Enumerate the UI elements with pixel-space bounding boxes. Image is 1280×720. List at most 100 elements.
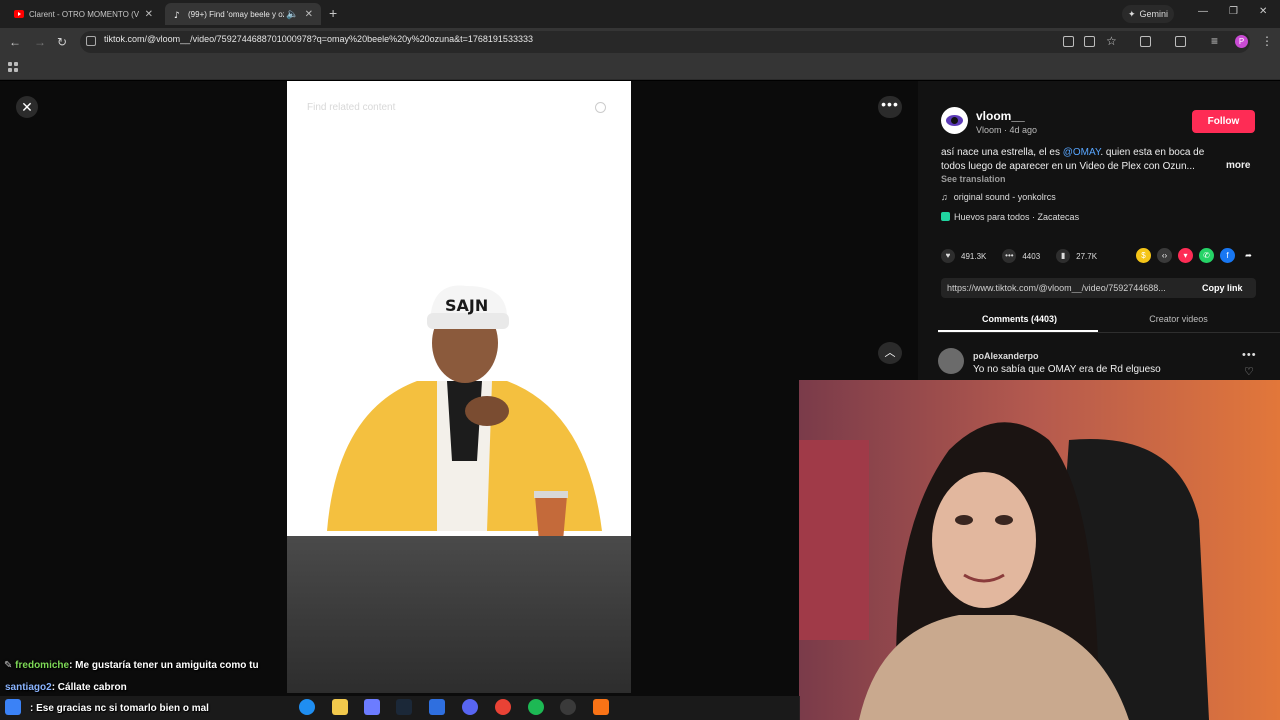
tab-creator-videos[interactable]: Creator videos	[1100, 314, 1257, 324]
tab-title: Clarent - OTRO MOMENTO (Vi	[29, 9, 139, 19]
webcam-frame	[799, 380, 1280, 720]
close-tab-icon[interactable]: ✕	[305, 9, 313, 20]
tab-divider	[938, 332, 1280, 333]
minimize-icon[interactable]: —	[1198, 6, 1208, 17]
mention-link[interactable]: @OMAY	[1063, 147, 1101, 158]
whatsapp-icon[interactable]: ✆	[1199, 248, 1214, 263]
engagement-row: ♥ 491.3K ••• 4403 ▮ 27.7K	[941, 247, 1097, 265]
audio-icon[interactable]: 🔈	[286, 9, 298, 20]
description-prefix: así nace una estrella, el es	[941, 147, 1063, 158]
comment-like-icon[interactable]: ♡	[1244, 365, 1254, 378]
chat-message: ✎ fredomiche: Me gustaría tener un amigu…	[4, 660, 259, 671]
store-icon[interactable]	[364, 699, 380, 715]
comment-icon[interactable]: •••	[1002, 249, 1017, 263]
sound-link[interactable]: ♫ original sound - yonkolrcs	[941, 192, 1056, 202]
sparkle-icon: ✦	[1128, 8, 1136, 19]
playlist-link[interactable]: Huevos para todos · Zacatecas	[941, 212, 1079, 222]
youtube-icon	[14, 9, 24, 19]
eye-pupil	[951, 117, 958, 124]
facebook-icon[interactable]: f	[1220, 248, 1235, 263]
playlist-name: Huevos para todos · Zacatecas	[954, 212, 1080, 222]
chat-username: santiago2	[5, 682, 52, 693]
chat-message: santiago2: Cállate cabron	[5, 682, 127, 693]
chat-message: : Ese gracias nc si tomarlo bien o mal	[30, 703, 209, 714]
discord-icon[interactable]	[462, 699, 478, 715]
send-icon[interactable]: ▾	[1178, 248, 1193, 263]
media-icon[interactable]: ≡	[1211, 34, 1218, 48]
share-arrow-icon[interactable]: ➦	[1241, 248, 1256, 263]
browser-tab-youtube[interactable]: Clarent - OTRO MOMENTO (Vi ✕	[6, 3, 161, 25]
see-translation-link[interactable]: See translation	[941, 174, 1006, 184]
menu-kebab-icon[interactable]: ⋮	[1261, 34, 1273, 48]
chrome-icon[interactable]	[495, 699, 511, 715]
gemini-label: Gemini	[1139, 9, 1169, 19]
close-tab-icon[interactable]: ✕	[145, 9, 153, 20]
comment-username[interactable]: poAlexanderpo	[973, 351, 1039, 361]
sound-name: original sound - yonkolrcs	[953, 192, 1056, 202]
like-count: 491.3K	[961, 251, 987, 261]
screen: Clarent - OTRO MOMENTO (Vi ✕ ♪ (99+) Fin…	[0, 0, 1280, 720]
site-info-icon[interactable]	[86, 36, 96, 46]
translate-icon[interactable]	[1084, 36, 1095, 47]
more-options-button[interactable]: •••	[878, 96, 902, 118]
post-description: así nace una estrella, el es @OMAY. quie…	[941, 146, 1221, 174]
commenter-avatar[interactable]	[938, 348, 964, 374]
gemini-button[interactable]: ✦ Gemini	[1122, 5, 1175, 23]
tab-comments[interactable]: Comments (4403)	[941, 314, 1098, 324]
forward-icon[interactable]: →	[34, 35, 46, 49]
comment-count: 4403	[1022, 251, 1041, 261]
tab-title: (99+) Find 'omay beele y oz	[188, 9, 285, 19]
apps-grid-icon[interactable]	[8, 62, 18, 72]
music-note-icon: ♫	[941, 192, 948, 202]
browser-tab-tiktok[interactable]: ♪ (99+) Find 'omay beele y oz 🔈 ✕	[165, 3, 321, 25]
folder-icon[interactable]	[332, 699, 348, 715]
profile-avatar[interactable]: P	[1235, 35, 1248, 48]
start-icon[interactable]	[5, 699, 21, 715]
post-link[interactable]: https://www.tiktok.com/@vloom__/video/75…	[947, 283, 1187, 293]
share-row: $ ‹› ▾ ✆ f ➦	[1136, 248, 1256, 263]
bookmark-icon[interactable]: ▮	[1056, 249, 1071, 263]
streamer-webcam	[799, 380, 1280, 720]
app-icon[interactable]	[429, 699, 445, 715]
restore-icon[interactable]: ❐	[1229, 6, 1238, 17]
edge-icon[interactable]	[299, 699, 315, 715]
tiktok-icon: ♪	[173, 9, 183, 21]
video-desk	[287, 536, 631, 693]
playlist-icon	[941, 212, 950, 221]
bookmarks-bar	[0, 56, 1280, 80]
obs-icon[interactable]	[560, 699, 576, 715]
back-icon[interactable]: ←	[9, 35, 21, 49]
save-count: 27.7K	[1076, 251, 1098, 261]
related-search-placeholder: Find related content	[307, 102, 396, 113]
creator-avatar[interactable]	[941, 107, 968, 134]
creator-username[interactable]: vloom__	[976, 109, 1025, 123]
chat-text: : Cállate cabron	[51, 682, 127, 693]
search-icon[interactable]	[595, 102, 606, 113]
spotify-icon[interactable]	[528, 699, 544, 715]
sidepanel-icon[interactable]	[1175, 36, 1186, 47]
comment-more-icon[interactable]: •••	[1242, 349, 1257, 361]
new-tab-button[interactable]: +	[329, 5, 337, 21]
copy-link-button[interactable]: Copy link	[1202, 283, 1243, 293]
previous-video-button[interactable]: ︿	[878, 342, 902, 364]
comment-text: Yo no sabía que OMAY era de Rd elgueso	[973, 364, 1161, 375]
chat-username: fredomiche	[15, 660, 70, 671]
video-player[interactable]: SAJN Find related content	[287, 81, 631, 693]
svg-text:♪: ♪	[174, 11, 180, 19]
coin-icon[interactable]: $	[1136, 248, 1151, 263]
url-text[interactable]: tiktok.com/@vloom__/video/75927446887010…	[104, 34, 533, 44]
heart-icon[interactable]: ♥	[941, 249, 955, 263]
creator-subline: Vloom · 4d ago	[976, 125, 1038, 135]
extensions-icon[interactable]	[1140, 36, 1151, 47]
window-close-icon[interactable]: ✕	[1259, 6, 1267, 17]
steam-icon[interactable]	[396, 699, 412, 715]
app-orange-icon[interactable]	[593, 699, 609, 715]
embed-icon[interactable]: ‹›	[1157, 248, 1172, 263]
cast-icon[interactable]	[1063, 36, 1074, 47]
more-link[interactable]: more	[1226, 160, 1250, 171]
close-video-button[interactable]: ✕	[16, 96, 38, 118]
follow-button[interactable]: Follow	[1192, 110, 1255, 133]
bookmark-star-icon[interactable]: ☆	[1106, 34, 1117, 48]
reload-icon[interactable]: ↻	[57, 35, 67, 49]
chat-badge-icon: ✎	[4, 660, 16, 671]
